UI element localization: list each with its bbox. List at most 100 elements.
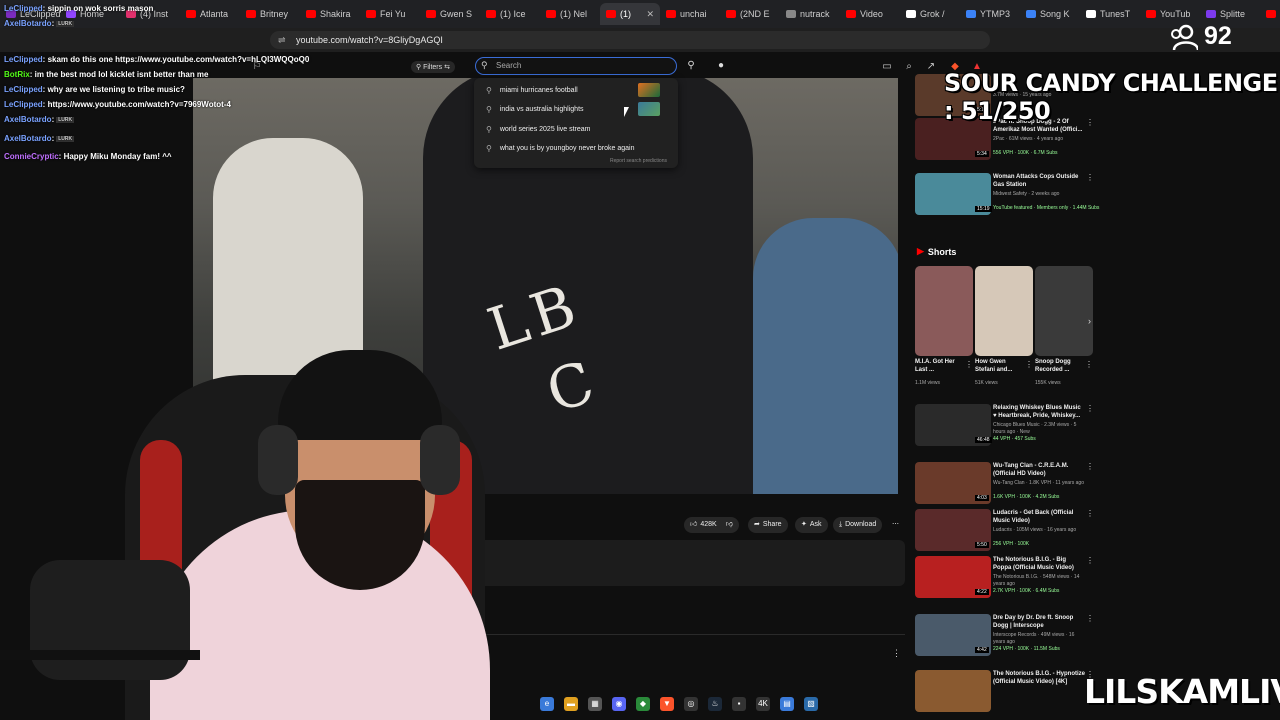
tab-favicon-icon [246, 10, 256, 18]
photo-icon[interactable]: ▧ [804, 697, 818, 711]
4k-icon[interactable]: 4K [756, 697, 770, 711]
browser-tab[interactable]: unchai [660, 3, 720, 25]
report-predictions-link[interactable]: Report search predictions [610, 158, 667, 164]
video-title[interactable]: The Notorious B.I.G. - Big Poppa (Offici… [993, 556, 1085, 572]
video-duration: 4:03 [975, 495, 989, 501]
divider [475, 634, 905, 635]
suggestion-thumbnail [638, 83, 660, 97]
short-title[interactable]: How Gwen Stefani and... [975, 358, 1023, 374]
video-menu-icon[interactable]: ⋮ [1086, 404, 1094, 413]
ask-button[interactable]: ✦ Ask [795, 517, 828, 533]
chat-text: Happy Miku Monday fam! ^^ [63, 152, 172, 161]
video-title[interactable]: Wu-Tang Clan - C.R.E.A.M. (Official HD V… [993, 462, 1085, 478]
steam-icon[interactable]: ♨ [708, 697, 722, 711]
mouse-cursor-icon [624, 107, 634, 117]
suggestion-item[interactable]: ⚲ what you is by youngboy never broke aga… [486, 142, 635, 154]
share-label: Share [762, 521, 782, 528]
video-duration: 5:34 [975, 151, 989, 157]
browser-tab[interactable]: nutrack [780, 3, 840, 25]
video-title[interactable]: Woman Attacks Cops Outside Gas Station [993, 173, 1085, 189]
headphones-icon [420, 425, 460, 495]
tab-favicon-icon [306, 10, 316, 18]
short-thumbnail[interactable] [915, 266, 973, 356]
short-menu-icon[interactable]: ⋮ [1085, 360, 1093, 369]
shorts-next-arrow-icon[interactable]: › [1088, 316, 1091, 326]
close-tab-icon[interactable]: ✕ [646, 9, 654, 20]
chat-username: LeClipped [4, 100, 43, 109]
folder-icon[interactable]: ▬ [564, 697, 578, 711]
short-menu-icon[interactable]: ⋮ [965, 360, 973, 369]
browser-tab[interactable]: Song K [1020, 3, 1080, 25]
video-description-box[interactable] [475, 540, 905, 586]
tab-label: Atlanta [200, 9, 229, 19]
notes-icon[interactable]: ▤ [780, 697, 794, 711]
browser-tab[interactable]: Gwen S [420, 3, 480, 25]
suggestion-item[interactable]: ⚲ india vs australia highlights [486, 103, 584, 115]
voice-search-icon[interactable]: ● [714, 59, 728, 73]
brave-icon[interactable]: ▼ [660, 697, 674, 711]
browser-tab[interactable]: (1) Nel [540, 3, 600, 25]
browser-tab[interactable]: (2ND E [720, 3, 780, 25]
suggestion-item[interactable]: ⚲ miami hurricanes football [486, 84, 578, 96]
search-input[interactable]: Search [475, 57, 677, 75]
search-button[interactable]: ⚲ [684, 59, 698, 73]
browser-tab[interactable]: Grok / [900, 3, 960, 25]
lurk-emote: LURK [56, 116, 75, 123]
screen-icon[interactable]: ▭ [880, 60, 894, 74]
short-thumbnail[interactable] [975, 266, 1033, 356]
browser-tab[interactable]: Fei Yu [360, 3, 420, 25]
site-info-icon[interactable]: ⇌ [278, 31, 286, 49]
short-thumbnail[interactable] [1035, 266, 1093, 356]
browser-tab[interactable]: Britney [240, 3, 300, 25]
download-button[interactable]: ⤓ Download [833, 517, 883, 533]
tab-label: Fei Yu [380, 9, 406, 19]
video-title[interactable]: Ludacris - Get Back (Official Music Vide… [993, 509, 1085, 525]
browser-tab[interactable]: TunesT [1080, 3, 1140, 25]
browser-tab[interactable]: Video [840, 3, 900, 25]
share-icon: ➦ [754, 521, 760, 528]
video-menu-icon[interactable]: ⋮ [1086, 509, 1094, 518]
more-actions-button[interactable]: ⋯ [886, 517, 905, 533]
zoom-icon[interactable]: ⌕ [902, 60, 916, 74]
browser-tab[interactable]: (1) Ice [480, 3, 540, 25]
discord-icon[interactable]: ◉ [612, 697, 626, 711]
short-title[interactable]: Snoop Dogg Recorded ... [1035, 358, 1083, 374]
video-title[interactable]: Relaxing Whiskey Blues Music ♥ Heartbrea… [993, 404, 1085, 420]
store-icon[interactable]: ▦ [588, 697, 602, 711]
edge-icon[interactable]: e [540, 697, 554, 711]
tab-favicon-icon [846, 10, 856, 18]
video-title[interactable]: Dre Day by Dr. Dre ft. Snoop Dogg | Inte… [993, 614, 1085, 630]
browser-tab[interactable]: Vocal R [1260, 3, 1280, 25]
address-bar[interactable]: ⇌ youtube.com/watch?v=8GliyDgAGQI [270, 31, 990, 49]
short-menu-icon[interactable]: ⋮ [1025, 360, 1033, 369]
download-icon: ⤓ [839, 521, 843, 528]
video-title[interactable]: The Notorious B.I.G. - Hypnotize (Offici… [993, 670, 1085, 686]
app-icon[interactable]: ▪ [732, 697, 746, 711]
sparkle-icon: ✦ [801, 521, 807, 528]
tab-favicon-icon [966, 10, 976, 18]
short-title[interactable]: M.I.A. Got Her Last ... [915, 358, 963, 374]
chat-username: LeClipped [4, 55, 43, 64]
like-button[interactable]: 👍︎ 428K 👎︎ [684, 517, 739, 533]
filters-button[interactable]: ⚲ Filters ⇆ [411, 61, 455, 73]
ask-label: Ask [809, 521, 822, 528]
video-menu-icon[interactable]: ⋮ [1086, 462, 1094, 471]
app-icon[interactable]: ◆ [636, 697, 650, 711]
video-menu-icon[interactable]: ⋮ [1086, 614, 1094, 623]
share-icon[interactable]: ↗ [924, 60, 938, 74]
obs-icon[interactable]: ◎ [684, 697, 698, 711]
chat-username: LeClipped [4, 4, 43, 13]
browser-tab[interactable]: YTMP3 [960, 3, 1020, 25]
short-views: 155K views [1035, 380, 1061, 386]
comment-menu-icon[interactable]: ⋮ [892, 648, 901, 659]
share-button[interactable]: ➦ Share [748, 517, 788, 533]
video-thumbnail[interactable] [915, 670, 991, 712]
browser-tab[interactable]: (1) ✕ [600, 3, 660, 25]
video-menu-icon[interactable]: ⋮ [1086, 173, 1094, 182]
filters-label: Filters [423, 64, 443, 71]
video-menu-icon[interactable]: ⋮ [1086, 556, 1094, 565]
browser-tab[interactable]: Shakira [300, 3, 360, 25]
browser-tab[interactable]: Atlanta [180, 3, 240, 25]
suggestion-item[interactable]: ⚲ world series 2025 live stream [486, 123, 591, 135]
thumbs-down-icon[interactable]: 👎︎ [726, 517, 733, 533]
